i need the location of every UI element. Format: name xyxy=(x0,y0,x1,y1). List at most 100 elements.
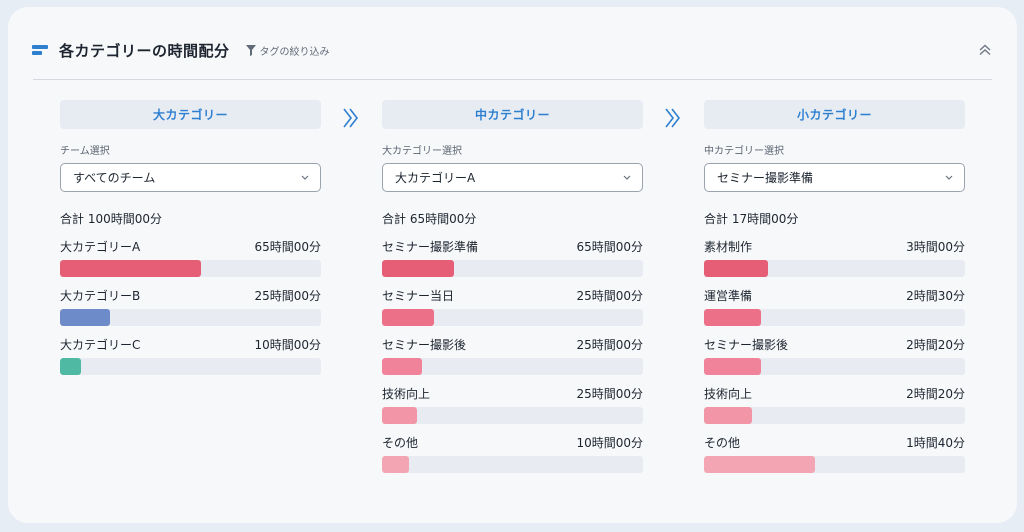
progress-fill xyxy=(60,260,201,277)
category-label: セミナー当日 xyxy=(382,289,455,303)
category-time: 65時間00分 xyxy=(576,240,643,254)
category-column-middle: 中カテゴリー大カテゴリー選択 大カテゴリーA 合計 65時間00分 セミナー撮影… xyxy=(382,100,643,485)
category-select[interactable]: 大カテゴリーA xyxy=(382,163,643,192)
category-time: 1時間40分 xyxy=(906,436,965,450)
progress-track xyxy=(382,309,643,326)
progress-track xyxy=(704,407,965,424)
card-header: 各カテゴリーの時間配分 タグの絞り込み xyxy=(32,37,995,63)
progress-fill xyxy=(382,456,410,473)
progress-track xyxy=(60,309,321,326)
category-time: 2時間20分 xyxy=(906,387,965,401)
progress-fill xyxy=(704,456,815,473)
category-label: その他 xyxy=(382,436,419,450)
category-row[interactable]: 技術向上 2時間20分 xyxy=(704,387,965,436)
select-value: すべてのチーム xyxy=(73,171,156,185)
category-row[interactable]: 運営準備 2時間30分 xyxy=(704,289,965,338)
column-heading: 大カテゴリー xyxy=(60,100,321,129)
tag-filter-label: タグの絞り込み xyxy=(259,46,330,58)
total-time: 合計 17時間00分 xyxy=(704,212,799,226)
category-list: 素材制作 3時間00分 運営準備 2時間30分 セミナー撮影後 2時間20分 技… xyxy=(704,240,965,485)
category-label: 技術向上 xyxy=(382,387,431,401)
progress-fill xyxy=(704,260,768,277)
category-row[interactable]: セミナー撮影後 25時間00分 xyxy=(382,338,643,387)
category-time: 25時間00分 xyxy=(576,387,643,401)
select-label: 大カテゴリー選択 xyxy=(382,146,462,157)
total-time: 合計 65時間00分 xyxy=(382,212,477,226)
category-time: 2時間20分 xyxy=(906,338,965,352)
category-label: 素材制作 xyxy=(704,240,753,254)
category-label: セミナー撮影後 xyxy=(382,338,467,352)
progress-fill xyxy=(382,358,423,375)
progress-fill xyxy=(704,407,753,424)
progress-fill xyxy=(60,309,110,326)
select-value: セミナー撮影準備 xyxy=(717,171,814,185)
category-time: 10時間00分 xyxy=(254,338,321,352)
category-row[interactable]: セミナー当日 25時間00分 xyxy=(382,289,643,338)
select-value: 大カテゴリーA xyxy=(395,171,476,185)
chevron-down-icon xyxy=(945,175,953,180)
chevron-double-right-icon xyxy=(343,108,359,128)
column-heading: 小カテゴリー xyxy=(704,100,965,129)
category-label: セミナー撮影後 xyxy=(704,338,789,352)
total-time: 合計 100時間00分 xyxy=(60,212,162,226)
category-label: 技術向上 xyxy=(704,387,753,401)
category-time: 25時間00分 xyxy=(576,289,643,303)
category-time: 2時間30分 xyxy=(906,289,965,303)
progress-track xyxy=(382,260,643,277)
category-column-minor: 小カテゴリー中カテゴリー選択 セミナー撮影準備 合計 17時間00分 素材制作 … xyxy=(704,100,965,485)
category-label: 大カテゴリーA xyxy=(60,240,141,254)
category-label: その他 xyxy=(704,436,741,450)
chevron-down-icon xyxy=(301,175,309,180)
category-label: 大カテゴリーC xyxy=(60,338,141,352)
category-list: セミナー撮影準備 65時間00分 セミナー当日 25時間00分 セミナー撮影後 … xyxy=(382,240,643,485)
bar-chart-icon xyxy=(32,44,50,56)
page-title: 各カテゴリーの時間配分 xyxy=(59,41,230,60)
progress-fill xyxy=(382,260,454,277)
progress-fill xyxy=(704,309,762,326)
category-row[interactable]: その他 10時間00分 xyxy=(382,436,643,485)
category-row[interactable]: 技術向上 25時間00分 xyxy=(382,387,643,436)
header-divider xyxy=(33,79,992,80)
column-heading: 中カテゴリー xyxy=(382,100,643,129)
category-row[interactable]: 大カテゴリーA 65時間00分 xyxy=(60,240,321,289)
progress-track xyxy=(704,260,965,277)
category-row[interactable]: セミナー撮影後 2時間20分 xyxy=(704,338,965,387)
tag-filter-button[interactable]: タグの絞り込み xyxy=(245,43,330,58)
select-label: 中カテゴリー選択 xyxy=(704,146,784,157)
category-row[interactable]: 素材制作 3時間00分 xyxy=(704,240,965,289)
category-list: 大カテゴリーA 65時間00分 大カテゴリーB 25時間00分 大カテゴリーC … xyxy=(60,240,321,387)
category-time: 10時間00分 xyxy=(576,436,643,450)
category-row[interactable]: セミナー撮影準備 65時間00分 xyxy=(382,240,643,289)
category-select[interactable]: すべてのチーム xyxy=(60,163,321,192)
category-time: 3時間00分 xyxy=(906,240,965,254)
collapse-button[interactable] xyxy=(975,40,995,60)
category-label: 大カテゴリーB xyxy=(60,289,141,303)
progress-track xyxy=(704,456,965,473)
progress-track xyxy=(704,309,965,326)
category-select[interactable]: セミナー撮影準備 xyxy=(704,163,965,192)
chevron-double-up-icon xyxy=(979,44,991,56)
progress-track xyxy=(60,358,321,375)
progress-track xyxy=(382,407,643,424)
category-time: 25時間00分 xyxy=(576,338,643,352)
category-label: セミナー撮影準備 xyxy=(382,240,479,254)
progress-track xyxy=(704,358,965,375)
category-row[interactable]: その他 1時間40分 xyxy=(704,436,965,485)
filter-icon xyxy=(245,44,256,56)
progress-fill xyxy=(60,358,81,375)
category-time: 65時間00分 xyxy=(254,240,321,254)
category-column-major: 大カテゴリーチーム選択 すべてのチーム 合計 100時間00分 大カテゴリーA … xyxy=(60,100,321,387)
chevron-down-icon xyxy=(623,175,631,180)
category-label: 運営準備 xyxy=(704,289,753,303)
progress-track xyxy=(60,260,321,277)
chevron-double-right-icon xyxy=(665,108,681,128)
progress-track xyxy=(382,358,643,375)
progress-fill xyxy=(382,309,435,326)
category-row[interactable]: 大カテゴリーC 10時間00分 xyxy=(60,338,321,387)
category-row[interactable]: 大カテゴリーB 25時間00分 xyxy=(60,289,321,338)
progress-track xyxy=(382,456,643,473)
progress-fill xyxy=(704,358,762,375)
category-time: 25時間00分 xyxy=(254,289,321,303)
select-label: チーム選択 xyxy=(60,146,110,157)
progress-fill xyxy=(382,407,418,424)
